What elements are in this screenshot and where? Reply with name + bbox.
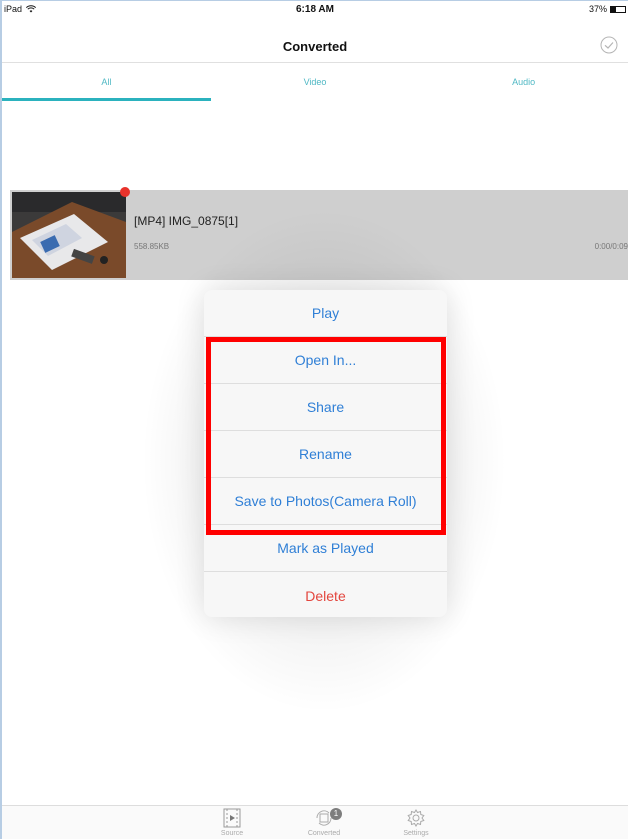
- save-to-photos-button[interactable]: Save to Photos(Camera Roll): [204, 478, 447, 525]
- delete-button[interactable]: Delete: [204, 572, 447, 617]
- media-title: [MP4] IMG_0875[1]: [134, 214, 239, 228]
- tab-video[interactable]: Video: [211, 63, 420, 103]
- tabbar-label-converted: Converted: [307, 830, 341, 837]
- share-button[interactable]: Share: [204, 384, 447, 431]
- battery-percent: 37%: [588, 4, 607, 14]
- mark-as-played-button[interactable]: Mark as Played: [204, 525, 447, 572]
- nav-bar: Converted: [2, 19, 628, 63]
- status-time: 6:18 AM: [296, 4, 334, 15]
- tabbar-item-settings[interactable]: Settings: [391, 808, 441, 837]
- page-title: Converted: [282, 39, 348, 54]
- media-list-item[interactable]: [MP4] IMG_0875[1] 558.85KB 0:00/0:09: [10, 187, 628, 280]
- app-screen: iPad 6:18 AM 37% Converted All Video Aud…: [2, 1, 628, 839]
- rename-button[interactable]: Rename: [204, 431, 447, 478]
- tabbar-item-converted[interactable]: 1 Converted: [299, 808, 349, 837]
- tabbar-label-source: Source: [220, 830, 244, 837]
- select-check-icon[interactable]: [600, 36, 618, 54]
- play-button[interactable]: Play: [204, 290, 447, 337]
- status-bar: iPad 6:18 AM 37%: [2, 1, 628, 19]
- bottom-tab-bar: Source 1 Converted Settings: [2, 805, 628, 839]
- unplayed-dot: [120, 187, 130, 197]
- video-thumbnail: [12, 192, 126, 278]
- film-icon: [223, 808, 241, 828]
- battery-fill: [611, 6, 617, 12]
- status-right: 37%: [589, 4, 626, 14]
- gear-icon: [407, 809, 425, 827]
- tabbar-item-source[interactable]: Source: [207, 808, 257, 837]
- open-in-button[interactable]: Open In...: [204, 337, 447, 384]
- converted-badge: 1: [330, 808, 342, 820]
- tab-all[interactable]: All: [2, 63, 211, 103]
- filter-tabs: All Video Audio: [2, 63, 628, 103]
- media-duration: 0:00/0:09: [594, 242, 628, 251]
- tabbar-label-settings: Settings: [403, 830, 429, 837]
- tab-audio[interactable]: Audio: [419, 63, 628, 103]
- media-size: 558.85KB: [134, 242, 170, 251]
- battery-icon: [610, 5, 626, 13]
- action-sheet: Play Open In... Share Rename Save to Pho…: [204, 290, 447, 617]
